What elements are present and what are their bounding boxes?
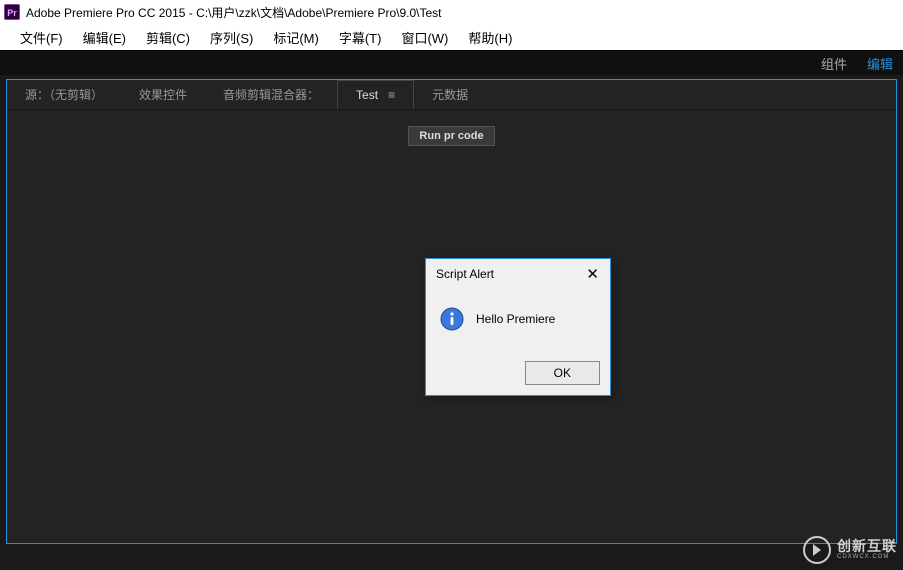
dialog-title: Script Alert: [436, 267, 494, 281]
script-alert-dialog: Script Alert ✕ Hello Premiere OK: [425, 258, 611, 396]
watermark-sub: CDXWCX.COM: [837, 554, 897, 561]
tab-test[interactable]: Test ≡: [337, 80, 414, 109]
info-icon: [440, 307, 464, 331]
menu-marker[interactable]: 标记(M): [263, 26, 329, 49]
menu-window[interactable]: 窗口(W): [391, 26, 458, 49]
tab-test-label: Test: [356, 88, 378, 102]
ok-button[interactable]: OK: [525, 361, 600, 385]
menu-sequence[interactable]: 序列(S): [200, 26, 263, 49]
premiere-icon: Pr: [4, 4, 20, 20]
watermark: 创新互联 CDXWCX.COM: [803, 536, 897, 564]
dialog-footer: OK: [426, 353, 610, 395]
panel-tabs: 源：（无剪辑） 效果控件 音频剪辑混合器： Test ≡ 元数据: [7, 80, 896, 110]
svg-text:Pr: Pr: [7, 8, 17, 18]
tab-source-noclip[interactable]: 源：（无剪辑）: [7, 80, 121, 109]
tab-metadata[interactable]: 元数据: [414, 80, 486, 109]
dialog-message: Hello Premiere: [476, 312, 555, 326]
run-pr-code-button[interactable]: Run pr code: [408, 126, 494, 146]
menu-help[interactable]: 帮助(H): [458, 26, 522, 49]
titlebar: Pr Adobe Premiere Pro CC 2015 - C:\用户\zz…: [0, 0, 903, 24]
panel-menu-icon[interactable]: ≡: [388, 88, 395, 102]
workspace-switcher: 组件 编辑: [0, 51, 903, 75]
workspace-components[interactable]: 组件: [821, 54, 847, 73]
dialog-body: Hello Premiere: [426, 289, 610, 353]
tab-audio-clip-mixer[interactable]: 音频剪辑混合器：: [205, 80, 337, 109]
dialog-header: Script Alert ✕: [426, 259, 610, 289]
close-icon[interactable]: ✕: [583, 267, 602, 282]
tab-effect-controls[interactable]: 效果控件: [121, 80, 205, 109]
menu-file[interactable]: 文件(F): [10, 26, 73, 49]
watermark-main: 创新互联: [837, 539, 897, 554]
watermark-logo-icon: [803, 536, 831, 564]
workspace-editing[interactable]: 编辑: [867, 54, 893, 73]
menubar: 文件(F) 编辑(E) 剪辑(C) 序列(S) 标记(M) 字幕(T) 窗口(W…: [0, 24, 903, 50]
menu-clip[interactable]: 剪辑(C): [136, 26, 200, 49]
menu-edit[interactable]: 编辑(E): [73, 26, 136, 49]
menu-title[interactable]: 字幕(T): [329, 26, 392, 49]
window-title: Adobe Premiere Pro CC 2015 - C:\用户\zzk\文…: [26, 4, 442, 21]
